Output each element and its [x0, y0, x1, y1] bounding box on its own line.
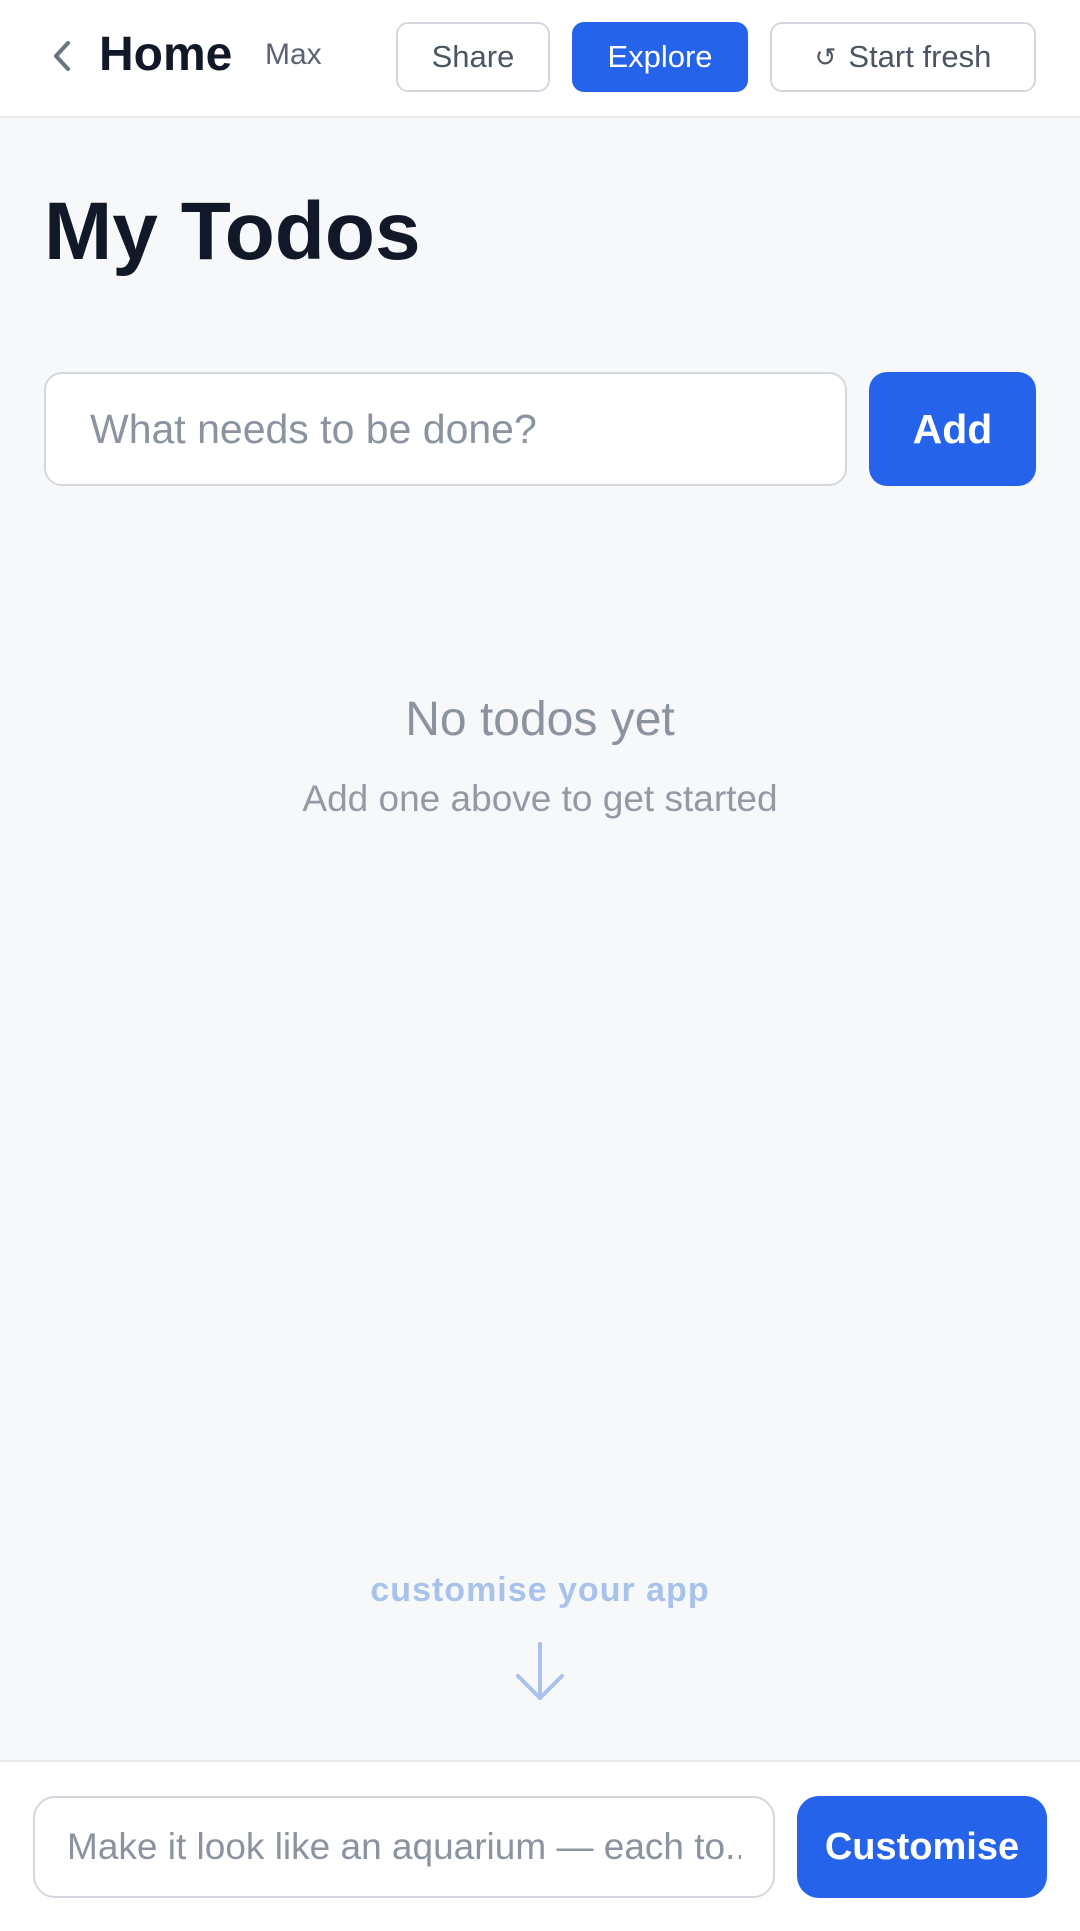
share-button-label: Share	[431, 39, 515, 74]
explore-button-label: Explore	[607, 39, 713, 74]
user-name: Max	[265, 38, 322, 71]
empty-state-subtitle: Add one above to get started	[302, 778, 778, 819]
refresh-icon: ↺	[814, 41, 837, 72]
customise-button[interactable]: Customise	[797, 1796, 1047, 1898]
empty-state-title: No todos yet	[405, 693, 675, 746]
start-fresh-button-label: Start fresh	[848, 39, 992, 74]
todo-input[interactable]	[44, 372, 847, 486]
arrow-down-icon	[516, 1642, 564, 1700]
start-fresh-button[interactable]: ↺ Start fresh	[770, 22, 1036, 92]
customise-hint: customise your app	[370, 1571, 710, 1609]
customise-button-label: Customise	[824, 1825, 1020, 1868]
chevron-left-icon	[54, 41, 70, 71]
add-button[interactable]: Add	[869, 372, 1036, 486]
share-button[interactable]: Share	[396, 22, 550, 92]
back-button[interactable]	[40, 30, 84, 82]
customise-input[interactable]	[33, 1796, 775, 1898]
add-button-label: Add	[912, 405, 993, 452]
explore-button[interactable]: Explore	[572, 22, 748, 92]
customise-bar: Customise	[0, 1760, 1080, 1931]
page-title: My Todos	[44, 186, 421, 277]
top-header: Home Max Share Explore ↺ Start fresh	[0, 0, 1080, 118]
home-title: Home	[99, 28, 233, 81]
